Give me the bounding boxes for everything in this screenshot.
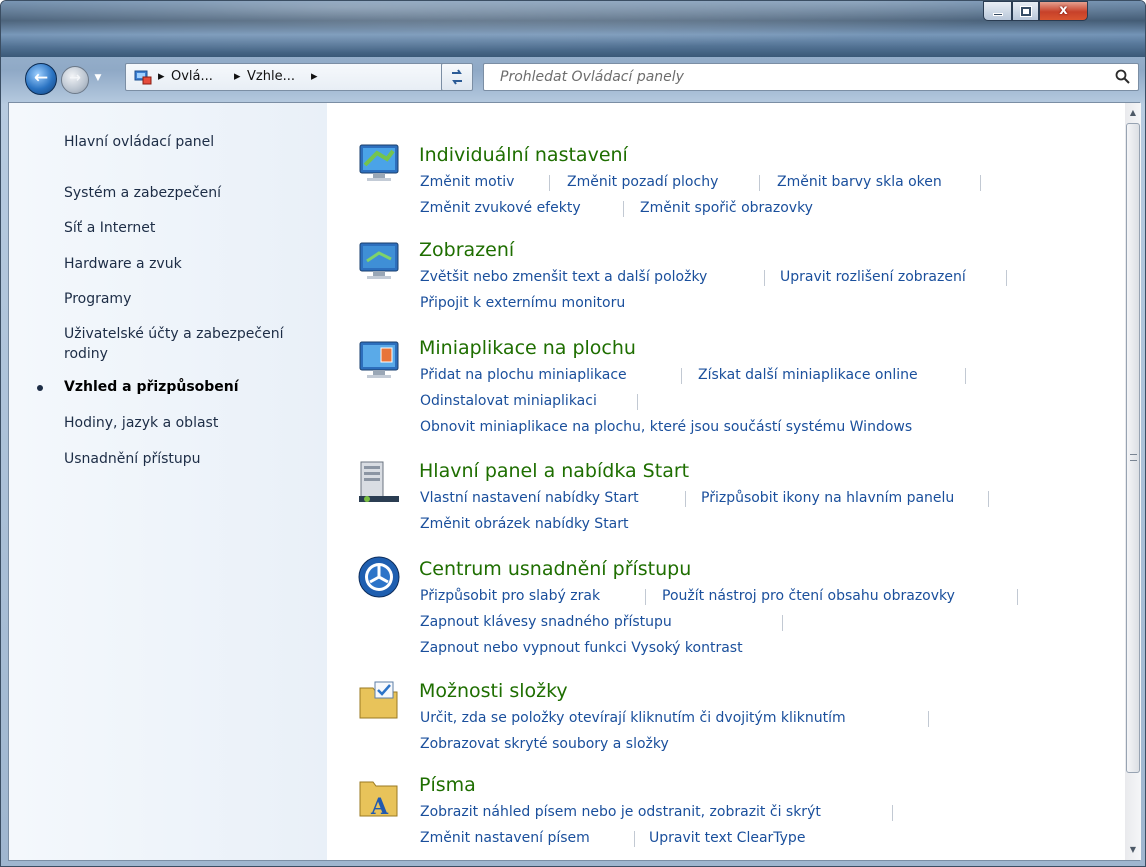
- maximize-button[interactable]: [1012, 1, 1039, 21]
- refresh-button[interactable]: [441, 63, 473, 91]
- svg-text:A: A: [370, 794, 389, 820]
- link-separator: [1006, 270, 1007, 286]
- minimize-button[interactable]: [983, 1, 1012, 21]
- fonts-icon: A: [359, 781, 398, 820]
- link-uninstall-gadget[interactable]: Odinstalovat miniaplikaci: [420, 393, 597, 409]
- link-separator: [928, 711, 929, 727]
- link-separator: [980, 175, 981, 191]
- link-separator: [782, 615, 783, 631]
- recent-pages-button[interactable]: ▼: [91, 73, 105, 87]
- link-single-or-double-click[interactable]: Určit, zda se položky otevírají kliknutí…: [420, 710, 846, 726]
- sidebar: Hlavní ovládací panel Systém a zabezpeče…: [9, 103, 327, 860]
- link-separator: [637, 394, 638, 410]
- link-separator: [1017, 589, 1018, 605]
- scroll-down-icon[interactable]: ▼: [1125, 842, 1141, 858]
- category-title-display[interactable]: Zobrazení: [419, 239, 514, 261]
- link-separator: [685, 491, 686, 507]
- sidebar-item-user-accounts[interactable]: Uživatelské účty a zabezpečení rodiny: [64, 324, 314, 364]
- category-title-personalization[interactable]: Individuální nastavení: [419, 144, 628, 166]
- link-change-font-settings[interactable]: Změnit nastavení písem: [420, 830, 590, 846]
- back-arrow-icon: ←: [33, 68, 49, 88]
- breadcrumb-separator-icon: ▸: [158, 69, 165, 84]
- link-add-gadgets[interactable]: Přidat na plochu miniaplikace: [420, 367, 627, 383]
- link-change-screen-saver[interactable]: Změnit spořič obrazovky: [640, 200, 813, 216]
- link-separator: [759, 175, 760, 191]
- category-title-fonts[interactable]: Písma: [419, 774, 476, 796]
- address-bar[interactable]: ▸ Ovlá... ▸ Vzhle... ▸ ▼: [125, 63, 549, 91]
- minimize-icon: [993, 13, 1003, 16]
- category-title-taskbar-start-menu[interactable]: Hlavní panel a nabídka Start: [419, 460, 689, 482]
- search-box[interactable]: Prohledat Ovládací panely: [483, 63, 1139, 91]
- back-button[interactable]: ←: [25, 63, 57, 95]
- link-preview-delete-fonts[interactable]: Zobrazit náhled písem nebo je odstranit,…: [420, 804, 821, 820]
- scrollbar-thumb[interactable]: [1126, 123, 1140, 773]
- link-customize-start-menu[interactable]: Vlastní nastavení nabídky Start: [420, 490, 639, 506]
- breadcrumb-appearance[interactable]: Vzhle...: [247, 69, 295, 84]
- link-restore-windows-gadgets[interactable]: Obnovit miniaplikace na plochu, které js…: [420, 419, 912, 435]
- content-area: Hlavní ovládací panel Systém a zabezpeče…: [8, 102, 1141, 861]
- folder-options-icon: [359, 681, 398, 719]
- link-customize-taskbar-icons[interactable]: Přizpůsobit ikony na hlavním panelu: [701, 490, 954, 506]
- category-title-desktop-gadgets[interactable]: Miniaplikace na plochu: [419, 337, 636, 359]
- link-get-more-gadgets-online[interactable]: Získat další miniaplikace online: [698, 367, 918, 383]
- link-separator: [764, 270, 765, 286]
- ease-of-access-center-icon: [358, 556, 400, 598]
- link-separator: [965, 368, 966, 384]
- search-input[interactable]: Prohledat Ovládací panely: [500, 69, 684, 85]
- sidebar-item-ease-of-access[interactable]: Usnadnění přístupu: [64, 449, 201, 469]
- refresh-icon: [452, 69, 462, 85]
- search-icon[interactable]: [1114, 68, 1132, 86]
- sidebar-item-system-security[interactable]: Systém a zabezpečení: [64, 183, 221, 203]
- link-show-hidden-files[interactable]: Zobrazovat skryté soubory a složky: [420, 736, 669, 752]
- link-separator: [892, 805, 893, 821]
- display-icon: [359, 242, 399, 279]
- breadcrumb-separator-icon: ▸: [234, 69, 241, 84]
- link-change-window-glass-colors[interactable]: Změnit barvy skla oken: [777, 174, 942, 190]
- sidebar-item-clock-region[interactable]: Hodiny, jazyk a oblast: [64, 413, 218, 433]
- link-change-desktop-background[interactable]: Změnit pozadí plochy: [567, 174, 718, 190]
- sidebar-item-home[interactable]: Hlavní ovládací panel: [64, 132, 214, 152]
- link-separator: [645, 589, 646, 605]
- sidebar-item-programs[interactable]: Programy: [64, 289, 131, 309]
- sidebar-item-network[interactable]: Síť a Internet: [64, 218, 155, 238]
- link-adjust-cleartype-text[interactable]: Upravit text ClearType: [649, 830, 805, 846]
- link-change-start-menu-picture[interactable]: Změnit obrázek nabídky Start: [420, 516, 629, 532]
- close-button[interactable]: x: [1039, 1, 1088, 21]
- vertical-scrollbar[interactable]: ▲ ▼: [1125, 103, 1141, 860]
- personalization-icon: [359, 144, 399, 181]
- control-panel-window: x ← → ▼ ▸ Ovlá... ▸ Vzhle... ▸ ▼ Prohled…: [0, 0, 1146, 867]
- taskbar-start-menu-icon: [359, 461, 399, 502]
- link-connect-external-monitor[interactable]: Připojit k externímu monitoru: [420, 295, 625, 311]
- scroll-up-icon[interactable]: ▲: [1125, 105, 1141, 121]
- link-separator: [988, 491, 989, 507]
- main-panel: Individuální nastavení Změnit motiv Změn…: [327, 103, 1125, 860]
- grip-icon: [1130, 454, 1137, 461]
- link-separator: [623, 201, 624, 217]
- category-title-folder-options[interactable]: Možnosti složky: [419, 680, 568, 702]
- breadcrumb-separator-icon: ▸: [311, 69, 318, 84]
- link-optimize-for-blindness[interactable]: Přizpůsobit pro slabý zrak: [420, 588, 600, 604]
- close-icon: x: [1059, 3, 1068, 18]
- maximize-icon: [1021, 7, 1031, 16]
- link-use-screen-reader[interactable]: Použít nástroj pro čtení obsahu obrazovk…: [662, 588, 955, 604]
- link-make-text-larger-smaller[interactable]: Zvětšit nebo zmenšit text a další položk…: [420, 269, 707, 285]
- desktop-gadgets-icon: [359, 341, 399, 378]
- link-change-sound-effects[interactable]: Změnit zvukové efekty: [420, 200, 581, 216]
- link-separator: [681, 368, 682, 384]
- forward-button[interactable]: →: [61, 66, 89, 94]
- link-adjust-screen-resolution[interactable]: Upravit rozlišení zobrazení: [780, 269, 966, 285]
- breadcrumb-control-panel[interactable]: Ovlá...: [171, 69, 213, 84]
- link-separator: [549, 175, 550, 191]
- category-title-ease-of-access-center[interactable]: Centrum usnadnění přístupu: [419, 558, 691, 580]
- sidebar-item-hardware-sound[interactable]: Hardware a zvuk: [64, 254, 182, 274]
- control-panel-icon: [134, 70, 152, 85]
- forward-arrow-icon: →: [69, 70, 81, 86]
- link-separator: [634, 831, 635, 847]
- link-change-theme[interactable]: Změnit motiv: [420, 174, 514, 190]
- title-bar[interactable]: [1, 1, 1145, 61]
- link-turn-on-easy-access-keys[interactable]: Zapnout klávesy snadného přístupu: [420, 614, 672, 630]
- sidebar-item-appearance[interactable]: Vzhled a přizpůsobení: [64, 377, 239, 397]
- link-toggle-high-contrast[interactable]: Zapnout nebo vypnout funkci Vysoký kontr…: [420, 640, 743, 656]
- current-item-bullet-icon: [37, 385, 43, 391]
